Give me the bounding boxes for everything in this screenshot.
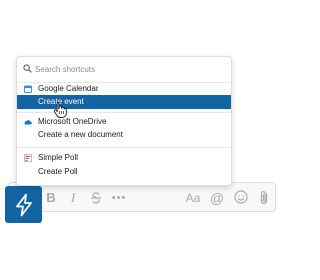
- emoji-icon: [234, 190, 248, 204]
- search-input[interactable]: [35, 61, 225, 77]
- divider: [17, 147, 231, 148]
- shortcuts-button[interactable]: [5, 186, 42, 223]
- shortcut-create-new-document[interactable]: Create a new document: [17, 128, 231, 142]
- more-formatting-button[interactable]: •••: [110, 188, 128, 208]
- calendar-icon: [24, 85, 32, 93]
- divider: [17, 112, 231, 113]
- shortcut-create-poll[interactable]: Create Poll: [17, 165, 231, 179]
- search-bar: [17, 57, 231, 83]
- attach-button[interactable]: [257, 188, 271, 208]
- shortcut-label: Create Poll: [38, 167, 78, 176]
- group-label: Microsoft OneDrive: [38, 117, 107, 126]
- strikethrough-button[interactable]: [87, 188, 105, 208]
- group-label: Google Calendar: [38, 84, 99, 93]
- poll-icon: [24, 154, 32, 162]
- shortcuts-menu: Google Calendar Create event Microsoft O…: [16, 56, 232, 186]
- mention-button[interactable]: @: [209, 188, 225, 208]
- hand-cursor-icon: [53, 101, 67, 118]
- strikethrough-icon: [91, 192, 101, 204]
- bold-button[interactable]: B: [44, 188, 58, 208]
- group-microsoft-onedrive: Microsoft OneDrive: [17, 115, 231, 128]
- lightning-icon: [16, 193, 32, 217]
- group-google-calendar: Google Calendar: [17, 82, 231, 95]
- cloud-icon: [24, 120, 32, 125]
- shortcut-create-event[interactable]: Create event: [17, 95, 231, 109]
- group-simple-poll: Simple Poll: [17, 151, 231, 164]
- search-icon: [23, 64, 32, 73]
- text-format-button[interactable]: Aa: [184, 188, 202, 208]
- emoji-button[interactable]: [233, 188, 249, 208]
- shortcut-label: Create a new document: [38, 130, 123, 139]
- group-label: Simple Poll: [38, 153, 79, 162]
- paperclip-icon: [260, 191, 268, 205]
- italic-button[interactable]: I: [67, 188, 79, 208]
